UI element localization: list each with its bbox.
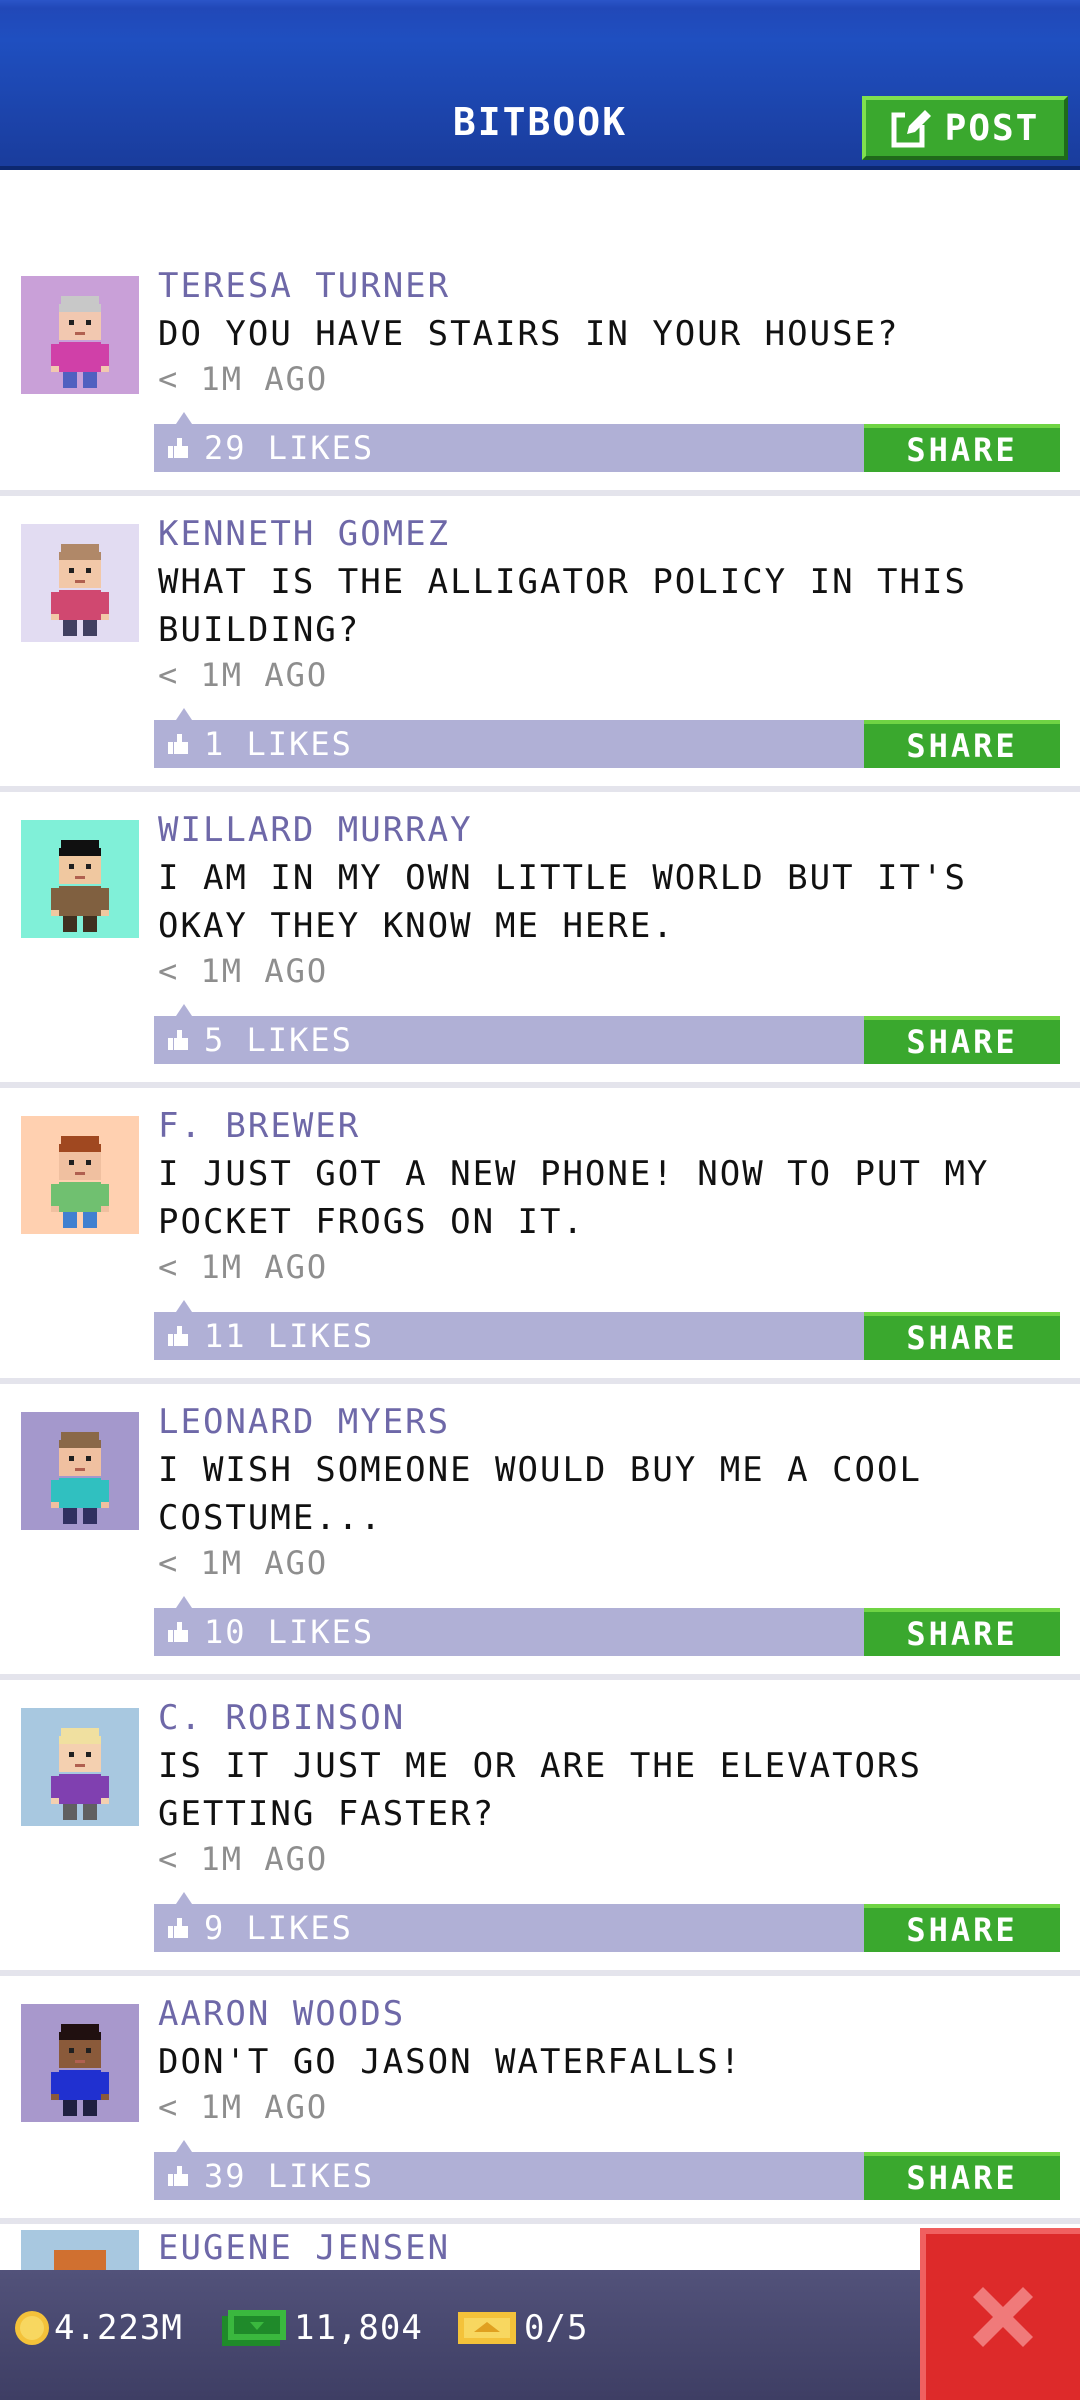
- share-button[interactable]: SHARE: [864, 1608, 1060, 1656]
- bux-value: 11,804: [294, 2308, 423, 2348]
- avatar-person-icon: [51, 544, 109, 636]
- likes-count: 39 LIKES: [204, 2157, 375, 2195]
- post-divider: [0, 1970, 1080, 1976]
- post-author[interactable]: WILLARD MURRAY: [158, 810, 473, 850]
- post-timestamp: < 1M AGO: [158, 2088, 329, 2126]
- post-button-label: POST: [944, 107, 1040, 149]
- post-author[interactable]: F. BREWER: [158, 1106, 360, 1146]
- likes-bar-notch: [176, 1892, 192, 1904]
- post-message: DO YOU HAVE STAIRS IN YOUR HOUSE?: [158, 314, 900, 354]
- feed-post[interactable]: C. ROBINSON IS IT JUST ME OR ARE THE ELEV…: [0, 1694, 1080, 1976]
- avatar[interactable]: [21, 276, 139, 394]
- likes-count: 9 LIKES: [204, 1909, 353, 1947]
- likes-bar-notch: [176, 708, 192, 720]
- post-timestamp: < 1M AGO: [158, 360, 329, 398]
- post-author[interactable]: C. ROBINSON: [158, 1698, 405, 1738]
- bottom-status-bar: 4.223M 11,804 0/5: [0, 2270, 1080, 2400]
- tickets-value: 0/5: [524, 2308, 589, 2348]
- post-divider: [0, 1674, 1080, 1680]
- avatar-person-icon: [51, 1136, 109, 1228]
- post-divider: [0, 490, 1080, 496]
- share-button[interactable]: SHARE: [864, 2152, 1060, 2200]
- post-message: I JUST GOT A NEW PHONE! NOW TO PUT MY PO…: [158, 1154, 990, 1242]
- avatar-hair: [54, 2250, 106, 2270]
- post-message: DON'T GO JASON WATERFALLS!: [158, 2042, 743, 2082]
- post-divider: [0, 1082, 1080, 1088]
- share-button[interactable]: SHARE: [864, 1312, 1060, 1360]
- avatar[interactable]: [21, 820, 139, 938]
- coins-stat[interactable]: 4.223M: [12, 2308, 183, 2348]
- partial-post: EUGENE JENSEN: [0, 2222, 1080, 2270]
- likes-bar-notch: [176, 1596, 192, 1608]
- avatar-person-icon: [51, 1728, 109, 1820]
- share-button[interactable]: SHARE: [864, 1016, 1060, 1064]
- share-button[interactable]: SHARE: [864, 424, 1060, 472]
- feed-post[interactable]: F. BREWER I JUST GOT A NEW PHONE! NOW TO …: [0, 1102, 1080, 1384]
- feed-post[interactable]: WILLARD MURRAY I AM IN MY OWN LITTLE WORL…: [0, 806, 1080, 1088]
- avatar-person-icon: [51, 840, 109, 932]
- thumbs-up-icon: [168, 1326, 188, 1346]
- post-author[interactable]: AARON WOODS: [158, 1994, 405, 2034]
- ticket-icon: [458, 2312, 516, 2344]
- avatar: [21, 2230, 139, 2270]
- post-button[interactable]: POST: [862, 96, 1068, 160]
- avatar-person-icon: [51, 296, 109, 388]
- thumbs-up-icon: [168, 1030, 188, 1050]
- avatar[interactable]: [21, 2004, 139, 2122]
- likes-count: 1 LIKES: [204, 725, 353, 763]
- post-message: WHAT IS THE ALLIGATOR POLICY IN THIS BUI…: [158, 562, 967, 650]
- thumbs-up-icon: [168, 2166, 188, 2186]
- post-message: I AM IN MY OWN LITTLE WORLD BUT IT'S OKA…: [158, 858, 967, 946]
- coins-value: 4.223M: [54, 2308, 183, 2348]
- edit-icon: [891, 110, 931, 148]
- post-author[interactable]: TERESA TURNER: [158, 266, 450, 306]
- post-timestamp: < 1M AGO: [158, 656, 329, 694]
- post-author[interactable]: LEONARD MYERS: [158, 1402, 450, 1442]
- close-icon: [973, 2287, 1033, 2347]
- thumbs-up-icon: [168, 438, 188, 458]
- post-author[interactable]: EUGENE JENSEN: [158, 2228, 450, 2268]
- avatar[interactable]: [21, 1708, 139, 1826]
- feed-post[interactable]: LEONARD MYERS I WISH SOMEONE WOULD BUY ME…: [0, 1398, 1080, 1680]
- likes-count: 29 LIKES: [204, 429, 375, 467]
- feed-post[interactable]: TERESA TURNER DO YOU HAVE STAIRS IN YOUR …: [0, 262, 1080, 496]
- share-button[interactable]: SHARE: [864, 1904, 1060, 1952]
- close-button[interactable]: [920, 2228, 1080, 2400]
- likes-bar-notch: [176, 1004, 192, 1016]
- bux-stat[interactable]: 11,804: [222, 2308, 423, 2348]
- post-divider: [0, 1378, 1080, 1384]
- post-message: IS IT JUST ME OR ARE THE ELEVATORS GETTI…: [158, 1746, 922, 1834]
- post-timestamp: < 1M AGO: [158, 1840, 329, 1878]
- app-header: BITBOOK POST: [0, 0, 1080, 170]
- avatar-person-icon: [51, 2024, 109, 2116]
- feed-post[interactable]: AARON WOODS DON'T GO JASON WATERFALLS! < 1…: [0, 1990, 1080, 2224]
- avatar[interactable]: [21, 524, 139, 642]
- thumbs-up-icon: [168, 1918, 188, 1938]
- post-message: I WISH SOMEONE WOULD BUY ME A COOL COSTU…: [158, 1450, 922, 1538]
- post-divider: [0, 786, 1080, 792]
- likes-bar-notch: [176, 412, 192, 424]
- post-timestamp: < 1M AGO: [158, 1248, 329, 1286]
- post-timestamp: < 1M AGO: [158, 1544, 329, 1582]
- avatar[interactable]: [21, 1116, 139, 1234]
- post-timestamp: < 1M AGO: [158, 952, 329, 990]
- feed-post[interactable]: KENNETH GOMEZ WHAT IS THE ALLIGATOR POLIC…: [0, 510, 1080, 792]
- likes-count: 10 LIKES: [204, 1613, 375, 1651]
- thumbs-up-icon: [168, 1622, 188, 1642]
- post-author[interactable]: KENNETH GOMEZ: [158, 514, 450, 554]
- likes-count: 5 LIKES: [204, 1021, 353, 1059]
- bux-icon: [222, 2310, 286, 2346]
- tickets-stat[interactable]: 0/5: [458, 2308, 588, 2348]
- avatar[interactable]: [21, 1412, 139, 1530]
- avatar-person-icon: [51, 1432, 109, 1524]
- likes-bar-notch: [176, 2140, 192, 2152]
- coin-icon: [15, 2311, 49, 2345]
- likes-bar-notch: [176, 1300, 192, 1312]
- thumbs-up-icon: [168, 734, 188, 754]
- likes-count: 11 LIKES: [204, 1317, 375, 1355]
- share-button[interactable]: SHARE: [864, 720, 1060, 768]
